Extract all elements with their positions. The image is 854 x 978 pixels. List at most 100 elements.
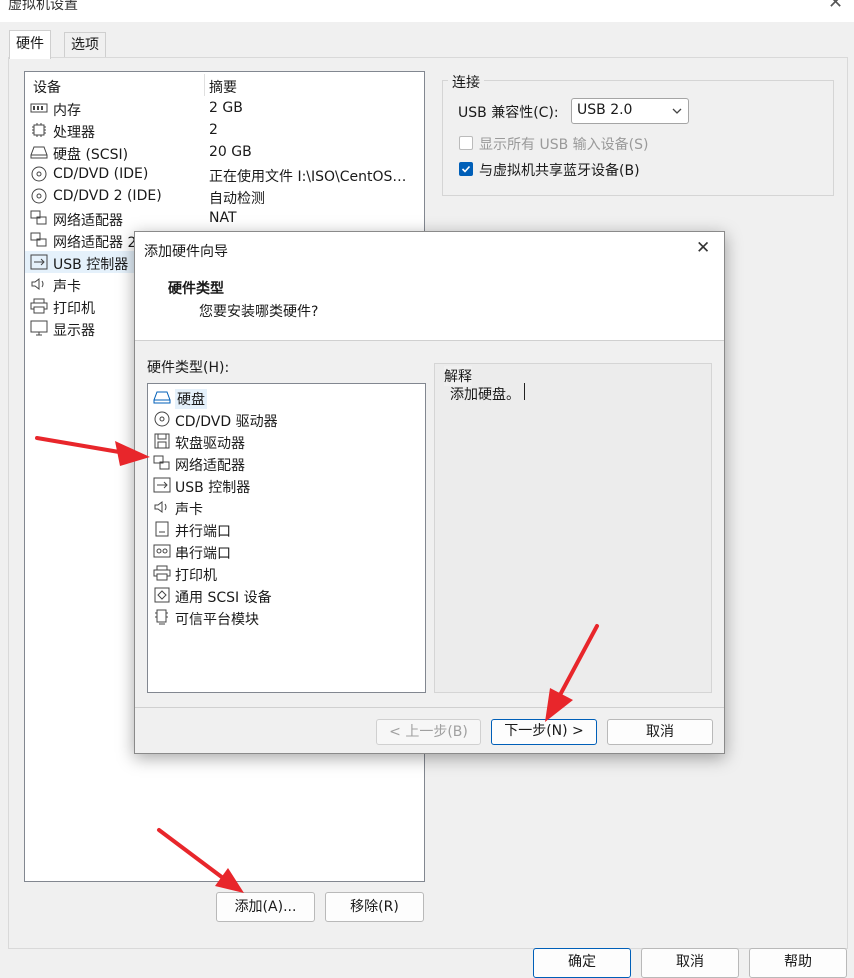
- device-name: 声卡: [53, 279, 81, 295]
- help-button[interactable]: 帮助: [749, 948, 847, 978]
- device-name: 网络适配器 2: [53, 235, 137, 251]
- dialog-footer-separator: [135, 707, 724, 708]
- ok-button[interactable]: 确定: [533, 948, 631, 978]
- usb-compat-select[interactable]: USB 2.0: [571, 98, 689, 124]
- close-icon[interactable]: ✕: [696, 238, 710, 258]
- window-title: 虚拟机设置: [8, 0, 78, 13]
- dialog-heading: 硬件类型: [168, 281, 224, 297]
- close-icon[interactable]: ✕: [828, 0, 843, 13]
- add-hardware-wizard-dialog: 添加硬件向导 ✕ 硬件类型 您要安装哪类硬件? 硬件类型(H): 硬盘 CD/D…: [134, 231, 725, 754]
- device-name: 打印机: [53, 301, 95, 317]
- add-button[interactable]: 添加(A)...: [216, 892, 315, 922]
- device-name: 处理器: [53, 125, 95, 141]
- usb-icon: [30, 254, 48, 270]
- chevron-down-icon: [672, 108, 682, 114]
- device-name: 硬盘 (SCSI): [53, 147, 129, 163]
- hardware-item-label: 通用 SCSI 设备: [175, 590, 272, 606]
- hardware-item-label: 打印机: [175, 568, 217, 584]
- hardware-item-floppy[interactable]: 软盘驱动器: [148, 430, 425, 452]
- device-name: USB 控制器: [53, 257, 129, 273]
- printer-icon: [30, 298, 48, 314]
- checkmark-icon: [461, 165, 471, 173]
- device-name: 内存: [53, 103, 81, 119]
- remove-button[interactable]: 移除(R): [325, 892, 424, 922]
- tab-options[interactable]: 选项: [64, 32, 106, 57]
- device-summary: 自动检测: [209, 191, 265, 207]
- dialog-header: 硬件类型 您要安装哪类硬件?: [135, 268, 724, 341]
- hardware-item-label: 串行端口: [175, 546, 231, 562]
- text-caret: [524, 383, 525, 400]
- memory-icon: [30, 103, 48, 113]
- hardware-item-parallel-port[interactable]: 并行端口: [148, 518, 425, 540]
- disc-icon: [31, 188, 47, 204]
- show-all-usb-label: 显示所有 USB 输入设备(S): [479, 137, 649, 153]
- sound-icon: [154, 501, 167, 513]
- hardware-item-label: 声卡: [175, 502, 203, 518]
- hardware-item-tpm[interactable]: 可信平台模块: [148, 606, 425, 628]
- network-icon: [153, 455, 170, 470]
- next-button[interactable]: 下一步(N) >: [491, 719, 597, 745]
- dialog-titlebar: 添加硬件向导 ✕: [135, 232, 724, 268]
- hardware-item-label: 硬盘: [175, 389, 207, 409]
- hardware-type-list[interactable]: 硬盘 CD/DVD 驱动器 软盘驱动器 网络适配器 USB 控制器 声卡 并行端…: [147, 383, 426, 693]
- window-titlebar: 虚拟机设置 ✕: [0, 0, 854, 22]
- scsi-icon: [154, 587, 170, 603]
- hardware-item-label: USB 控制器: [175, 480, 251, 496]
- hardware-item-sound[interactable]: 声卡: [148, 496, 425, 518]
- hardware-item-label: 软盘驱动器: [175, 436, 245, 452]
- dialog-cancel-button[interactable]: 取消: [607, 719, 713, 745]
- network-icon: [30, 232, 47, 247]
- device-row-cdrom-2[interactable]: CD/DVD 2 (IDE) 自动检测: [25, 185, 424, 207]
- usb-compat-label: USB 兼容性(C):: [458, 105, 559, 121]
- tab-hardware[interactable]: 硬件: [9, 30, 51, 59]
- hard-disk-icon: [30, 146, 48, 159]
- column-separator: [204, 74, 205, 96]
- hardware-type-label: 硬件类型(H):: [147, 360, 230, 376]
- cpu-icon: [32, 123, 46, 137]
- device-row-hard-disk[interactable]: 硬盘 (SCSI) 20 GB: [25, 141, 424, 163]
- hardware-item-printer[interactable]: 打印机: [148, 562, 425, 584]
- device-summary: 正在使用文件 I:\ISO\CentOS…: [209, 169, 407, 185]
- sound-icon: [31, 278, 44, 290]
- device-summary: 2 GB: [209, 100, 243, 116]
- device-summary: 20 GB: [209, 144, 252, 160]
- serial-port-icon: [153, 544, 171, 558]
- network-icon: [30, 210, 47, 225]
- hardware-item-scsi[interactable]: 通用 SCSI 设备: [148, 584, 425, 606]
- device-summary: NAT: [209, 210, 237, 226]
- usb-icon: [153, 477, 171, 493]
- device-row-cdrom[interactable]: CD/DVD (IDE) 正在使用文件 I:\ISO\CentOS…: [25, 163, 424, 185]
- hardware-item-hard-disk[interactable]: 硬盘: [148, 386, 425, 409]
- hardware-item-serial-port[interactable]: 串行端口: [148, 540, 425, 562]
- description-panel: 解释 添加硬盘。: [434, 363, 712, 693]
- device-name: 网络适配器: [53, 213, 123, 229]
- back-button[interactable]: < 上一步(B): [376, 719, 481, 745]
- hardware-item-label: CD/DVD 驱动器: [175, 414, 278, 430]
- dialog-title: 添加硬件向导: [144, 244, 228, 260]
- show-all-usb-checkbox[interactable]: [459, 136, 473, 150]
- printer-icon: [153, 565, 171, 581]
- cancel-button[interactable]: 取消: [641, 948, 739, 978]
- hardware-item-usb[interactable]: USB 控制器: [148, 474, 425, 496]
- floppy-icon: [154, 433, 170, 449]
- device-name: 显示器: [53, 323, 95, 339]
- monitor-icon: [30, 320, 48, 336]
- device-row-network[interactable]: 网络适配器 NAT: [25, 207, 424, 229]
- hardware-item-cdrom[interactable]: CD/DVD 驱动器: [148, 408, 425, 430]
- device-row-memory[interactable]: 内存 2 GB: [25, 97, 424, 119]
- column-header-device[interactable]: 设备: [33, 77, 61, 97]
- hardware-item-label: 并行端口: [175, 524, 231, 540]
- hardware-item-label: 网络适配器: [175, 458, 245, 474]
- hardware-item-network[interactable]: 网络适配器: [148, 452, 425, 474]
- device-name: CD/DVD (IDE): [53, 166, 149, 182]
- disc-icon: [154, 411, 170, 427]
- parallel-port-icon: [155, 521, 169, 537]
- device-list-header: 设备 摘要: [25, 74, 424, 96]
- device-row-cpu[interactable]: 处理器 2: [25, 119, 424, 141]
- description-label: 解释: [444, 366, 472, 386]
- column-header-summary[interactable]: 摘要: [209, 77, 237, 97]
- tpm-icon: [155, 609, 168, 625]
- share-bluetooth-checkbox[interactable]: [459, 162, 473, 176]
- description-text: 添加硬盘。: [450, 387, 520, 403]
- connection-group-label: 连接: [448, 72, 484, 92]
